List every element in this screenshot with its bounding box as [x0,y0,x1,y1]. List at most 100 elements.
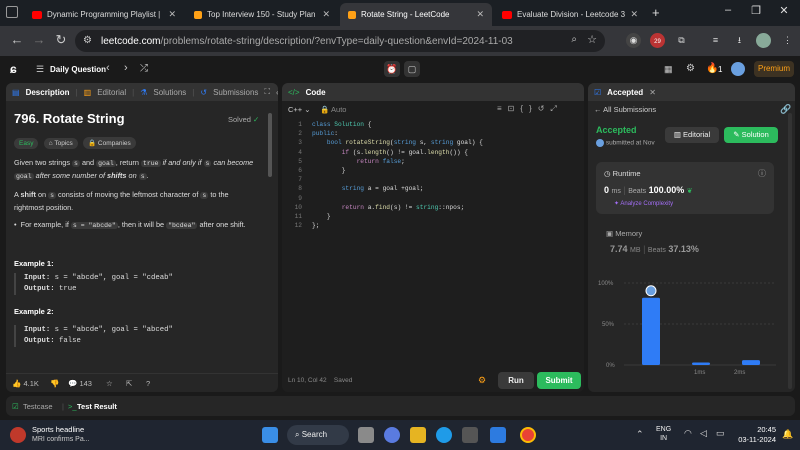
topics-button[interactable]: ⌂ Topics [43,138,78,149]
close-icon[interactable]: ✕ [322,9,330,20]
submit-button[interactable]: Submit [537,372,581,389]
store-icon[interactable] [462,427,478,443]
solution-button[interactable]: ✎ Solution [724,127,778,143]
extension-icon[interactable]: ◉ [626,33,641,48]
analyze-complexity-link[interactable]: ✦ Analyze Complexity [614,200,673,207]
windows-start-icon[interactable] [262,427,278,443]
companies-button[interactable]: 🔒 Companies [83,137,136,149]
scrollbar-thumb[interactable] [268,113,272,177]
run-button[interactable]: Run [498,372,534,389]
prev-question-icon[interactable]: ‹ [106,62,110,74]
tab-editorial[interactable]: Editorial [97,88,126,97]
tab-solutions[interactable]: Solutions [153,88,186,97]
tab-description[interactable]: Description [26,88,70,97]
minimize-button[interactable]: – [714,4,742,16]
browser-tab[interactable]: Dynamic Programming Playlist | In ✕ [24,3,184,26]
chrome-icon[interactable] [520,427,536,443]
star-icon[interactable]: ☆ [106,379,113,388]
leetcode-logo-icon[interactable]: ɕ [10,62,22,76]
info-icon[interactable]: ⓘ [758,168,766,179]
like-button[interactable]: 👍 4.1K [12,379,39,388]
language-indicator[interactable]: ENG IN [656,425,671,443]
line-number: 4 [298,148,302,156]
forward-icon[interactable]: → [30,32,48,47]
premium-button[interactable]: Premium [754,61,794,77]
browser-tab[interactable]: Evaluate Division - Leetcode 399 ✕ [494,3,646,26]
chart-bar[interactable] [742,360,760,365]
test-result-tab[interactable]: Test Result [77,402,117,411]
language-select[interactable]: C++ ⌄ [288,105,311,114]
next-question-icon[interactable]: › [124,62,128,74]
layout-grid-icon[interactable]: ▦ [664,64,673,75]
editorial-button[interactable]: ▥ Editorial [665,127,719,143]
reset-icon[interactable]: ↺ [538,104,551,113]
auto-mode[interactable]: 🔒 Auto [320,105,346,114]
timer-icon[interactable]: ⏰ [384,61,400,77]
menu-kebab-icon[interactable]: ⋮ [780,33,795,48]
format-icon[interactable]: ≡ [497,104,508,113]
chart-bar[interactable] [692,362,710,365]
braces-icon[interactable]: {} [520,104,537,113]
chevron-up-icon[interactable]: ⌃ [636,429,644,440]
task-view-icon[interactable] [358,427,374,443]
all-submissions-link[interactable]: ← All Submissions [594,105,656,114]
edge-icon[interactable] [436,427,452,443]
media-icon[interactable]: ≡ [708,33,723,48]
settings-gear-icon[interactable]: ⚙ [686,63,695,74]
maximize-icon[interactable]: ⛶ [264,87,270,97]
profile-avatar[interactable] [756,33,771,48]
new-tab-button[interactable]: + [652,5,660,20]
text: consists of moving the leftmost characte… [58,190,199,199]
extensions-puzzle-icon[interactable]: ⧉ [674,33,689,48]
close-icon[interactable]: ✕ [630,9,638,20]
battery-icon[interactable]: ▭ [716,428,725,439]
problem-title[interactable]: 796. Rotate String [14,111,125,126]
speaker-icon[interactable]: ◁ [700,428,707,439]
close-icon[interactable]: ✕ [168,9,176,20]
testcase-tab[interactable]: Testcase [23,402,53,411]
close-window-button[interactable]: ✕ [770,4,798,17]
extension-badge-icon[interactable]: 29 [650,33,665,48]
shuffle-icon[interactable]: ⤮ [140,63,148,74]
bookmark-star-icon[interactable]: ☆ [587,33,597,46]
scrollbar-track[interactable] [788,113,792,389]
tab-submissions[interactable]: Submissions [213,88,258,97]
copilot-icon[interactable] [384,427,400,443]
site-info-icon[interactable]: ⚙ [83,35,92,46]
debug-icon[interactable]: ⚙ [478,375,486,386]
close-icon[interactable]: ✕ [476,9,484,20]
tab-search-icon[interactable] [6,6,18,18]
browser-tab-active[interactable]: Rotate String - LeetCode ✕ [340,3,492,26]
tab-accepted[interactable]: Accepted [607,88,643,97]
reload-icon[interactable]: ↻ [52,32,70,48]
share-icon[interactable]: ⇱ [126,379,132,388]
clock[interactable]: 20:45 03-11-2024 [736,425,776,445]
browser-tab[interactable]: Top Interview 150 - Study Plan - Le ✕ [186,3,338,26]
calendar-icon[interactable] [490,427,506,443]
help-icon[interactable]: ? [146,379,150,388]
runtime-card[interactable]: ◷ Runtime ⓘ 0 ms | Beats 100.00% ❦ ✦ Ana… [596,162,774,214]
news-icon[interactable] [10,427,26,443]
restore-button[interactable]: ❐ [742,4,770,17]
back-icon[interactable]: ← [8,32,26,47]
download-icon[interactable]: ⭳ [732,33,747,48]
dislike-button[interactable]: 👎 [50,379,59,388]
chart-bar[interactable] [642,297,660,365]
collapse-icon[interactable]: ‹ [276,88,278,97]
search-box[interactable]: ⌕ Search [287,425,349,445]
text: . [146,171,149,180]
notes-icon[interactable]: ▢ [404,61,420,77]
file-explorer-icon[interactable] [410,427,426,443]
daily-question-link[interactable]: Daily Question [50,65,106,74]
zoom-search-icon[interactable]: ⌕ [571,34,577,45]
address-bar[interactable]: ⚙ leetcode.com/problems/rotate-string/de… [75,30,605,52]
notification-bell-icon[interactable]: 🔔 [782,429,793,440]
close-tab-icon[interactable]: ✕ [649,88,656,97]
comments-button[interactable]: 💬 143 [68,379,92,388]
fullscreen-icon[interactable]: ⤢ [550,104,562,113]
news-title[interactable]: Sports headline [32,425,84,434]
user-avatar[interactable] [731,62,745,76]
bookmark-icon[interactable]: ⊡ [508,104,521,113]
code-editor[interactable]: 1 class Solution { 2 public: 3 bool rotate… [282,121,584,231]
wifi-icon[interactable]: ◠ [684,428,692,439]
